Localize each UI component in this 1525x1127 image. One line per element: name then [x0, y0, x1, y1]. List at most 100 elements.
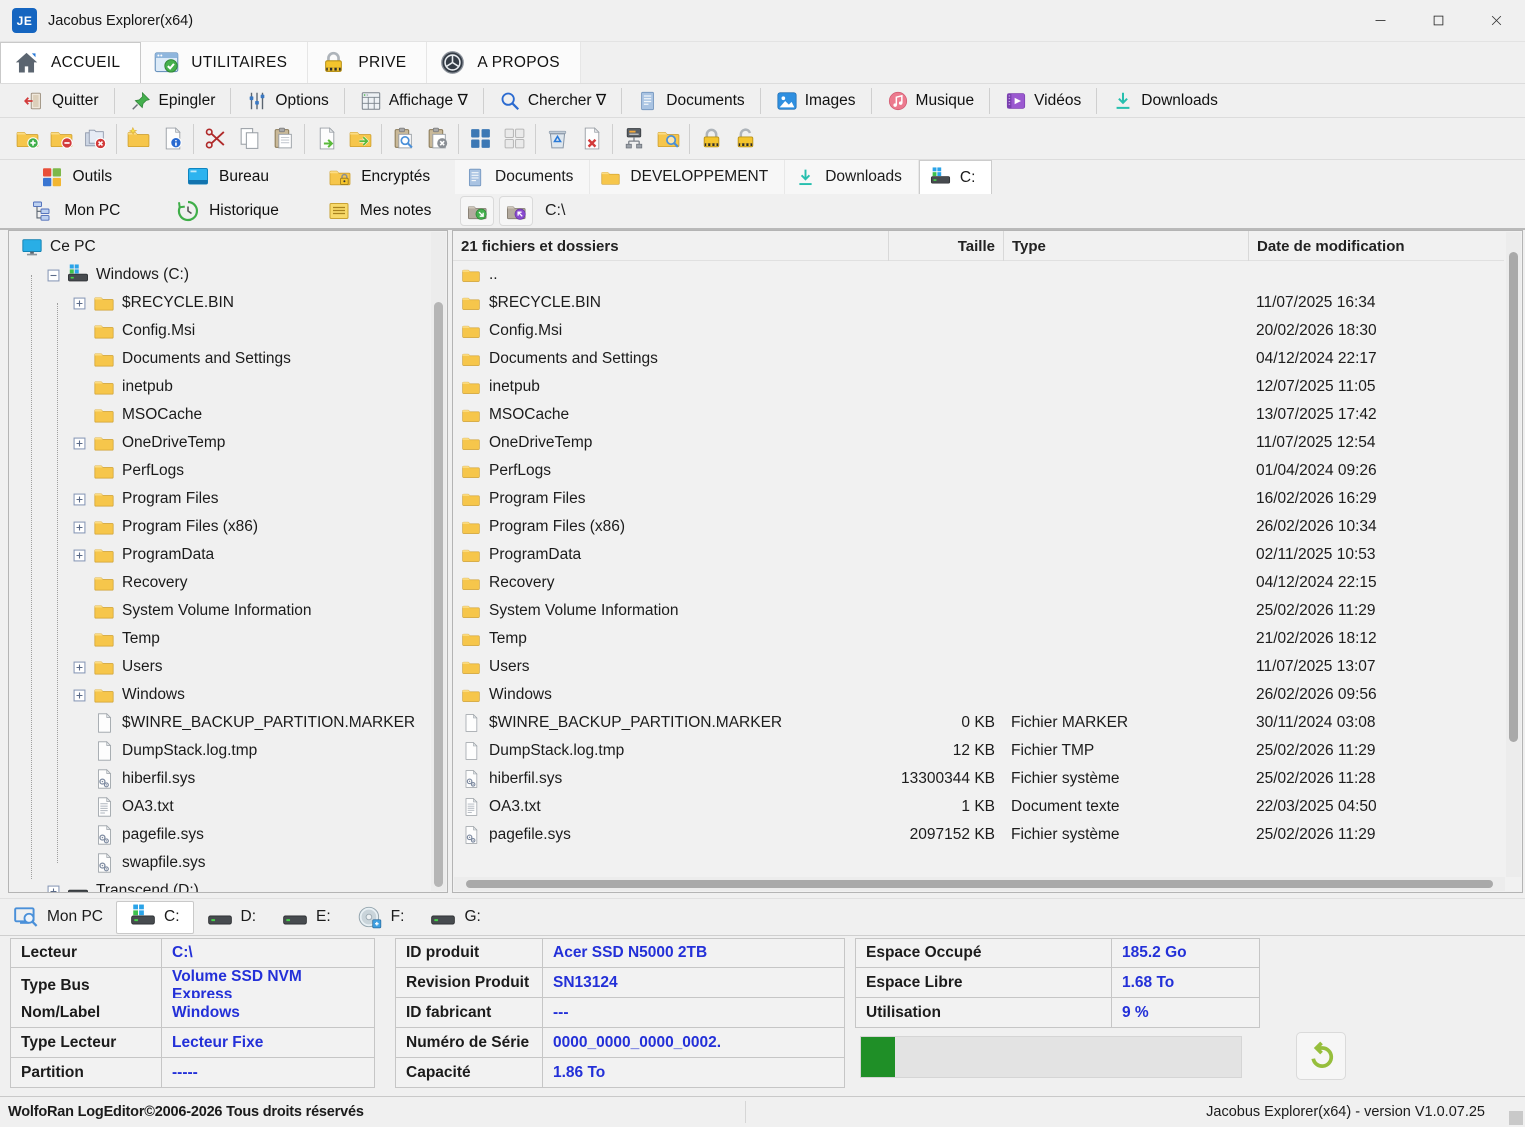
ribbon-tab-prive[interactable]: PRIVE — [308, 42, 427, 83]
view-tab-developpement[interactable]: DEVELOPPEMENT — [590, 160, 785, 194]
clipboard-x-button[interactable] — [420, 123, 454, 155]
file-row-perflogs[interactable]: PerfLogs01/04/2024 09:26 — [453, 457, 1504, 485]
server-tree-button[interactable] — [617, 123, 651, 155]
documents-button[interactable]: Documents — [624, 86, 757, 116]
view-tab-c[interactable]: C: — [919, 160, 993, 194]
paste-button[interactable] — [266, 123, 300, 155]
folder-arrow-button[interactable] — [343, 123, 377, 155]
tree-item-swapfile-sys[interactable]: swapfile.sys — [9, 849, 431, 877]
grid-gray-button[interactable] — [497, 123, 531, 155]
drive-button-d[interactable]: D: — [194, 901, 270, 934]
outils-button[interactable]: Outils — [0, 160, 152, 194]
file-row-users[interactable]: Users11/07/2025 13:07 — [453, 653, 1504, 681]
maximize-button[interactable] — [1409, 0, 1467, 41]
file-row-system-volume-information[interactable]: System Volume Information25/02/2026 11:2… — [453, 597, 1504, 625]
bureau-button[interactable]: Bureau — [152, 160, 304, 194]
file-row-program-files[interactable]: Program Files16/02/2026 16:29 — [453, 485, 1504, 513]
file-row-item[interactable]: .. — [453, 261, 1504, 289]
tree-item-ce-pc[interactable]: Ce PC — [9, 233, 431, 261]
drive-button-g[interactable]: G: — [417, 901, 493, 934]
downloads-button[interactable]: Downloads — [1099, 86, 1231, 116]
options-button[interactable]: Options — [233, 86, 341, 116]
tree-item-windows-c[interactable]: Windows (C:) — [9, 261, 431, 289]
column-header-name[interactable]: 21 fichiers et dossiers — [453, 231, 888, 261]
lock-closed-button[interactable] — [694, 123, 728, 155]
ribbon-tab-utilitaires[interactable]: UTILITAIRES — [141, 42, 308, 83]
tree-item-recovery[interactable]: Recovery — [9, 569, 431, 597]
resize-grip[interactable] — [1509, 1111, 1523, 1125]
tree-expander-plus[interactable] — [73, 549, 86, 562]
tree-expander-plus[interactable] — [73, 689, 86, 702]
tree-expander-minus[interactable] — [47, 269, 60, 282]
folder-plus-button[interactable] — [10, 123, 44, 155]
tree-item-system-volume-information[interactable]: System Volume Information — [9, 597, 431, 625]
file-row-inetpub[interactable]: inetpub12/07/2025 11:05 — [453, 373, 1504, 401]
tree-item-transcend-d[interactable]: Transcend (D:) — [9, 877, 431, 893]
file-row-hiberfil-sys[interactable]: hiberfil.sys13300344 KBFichier système25… — [453, 765, 1504, 793]
file-row-config-msi[interactable]: Config.Msi20/02/2026 18:30 — [453, 317, 1504, 345]
file-row-program-files-x86[interactable]: Program Files (x86)26/02/2026 10:34 — [453, 513, 1504, 541]
ribbon-tab-accueil[interactable]: ACCUEIL — [0, 42, 141, 83]
tree-item-inetpub[interactable]: inetpub — [9, 373, 431, 401]
file-row-onedrivetemp[interactable]: OneDriveTemp11/07/2025 12:54 — [453, 429, 1504, 457]
tree-scrollbar[interactable] — [431, 232, 446, 891]
tree-item-dumpstack-log-tmp[interactable]: DumpStack.log.tmp — [9, 737, 431, 765]
tree-item-hiberfil-sys[interactable]: hiberfil.sys — [9, 765, 431, 793]
drive-button-f[interactable]: F: — [344, 901, 418, 934]
file-row-msocache[interactable]: MSOCache13/07/2025 17:42 — [453, 401, 1504, 429]
tree-item-winre-backup-partition-marker[interactable]: $WINRE_BACKUP_PARTITION.MARKER — [9, 709, 431, 737]
tree-item-program-files-x86[interactable]: Program Files (x86) — [9, 513, 431, 541]
close-button[interactable] — [1467, 0, 1525, 41]
file-row-documents-and-settings[interactable]: Documents and Settings04/12/2024 22:17 — [453, 345, 1504, 373]
list-vertical-thumb[interactable] — [1509, 252, 1518, 742]
list-vertical-scrollbar[interactable] — [1506, 232, 1521, 877]
folder-minus-button[interactable] — [44, 123, 78, 155]
tree-item-msocache[interactable]: MSOCache — [9, 401, 431, 429]
tree-expander-plus[interactable] — [73, 297, 86, 310]
affichage-button[interactable]: Affichage ∇ — [347, 86, 481, 116]
folder-enter-button[interactable] — [460, 196, 494, 226]
folder-new-button[interactable] — [121, 123, 155, 155]
tree-item-pagefile-sys[interactable]: pagefile.sys — [9, 821, 431, 849]
grid-blue-button[interactable] — [463, 123, 497, 155]
file-row-dumpstack-log-tmp[interactable]: DumpStack.log.tmp12 KBFichier TMP25/02/2… — [453, 737, 1504, 765]
chercher-button[interactable]: Chercher ∇ — [486, 86, 619, 116]
mes-notes-button[interactable]: Mes notes — [303, 194, 455, 228]
historique-button[interactable]: Historique — [152, 194, 304, 228]
tree-item-programdata[interactable]: ProgramData — [9, 541, 431, 569]
column-header-type[interactable]: Type — [1003, 231, 1248, 261]
vid-os-button[interactable]: Vidéos — [992, 86, 1094, 116]
tree-item-documents-and-settings[interactable]: Documents and Settings — [9, 345, 431, 373]
refresh-button[interactable] — [1296, 1032, 1346, 1080]
scissors-button[interactable] — [198, 123, 232, 155]
view-tab-documents[interactable]: Documents — [455, 160, 590, 194]
file-row-programdata[interactable]: ProgramData02/11/2025 10:53 — [453, 541, 1504, 569]
tree-expander-plus[interactable] — [47, 885, 60, 894]
file-x-button[interactable] — [574, 123, 608, 155]
tree-scrollbar-thumb[interactable] — [434, 302, 443, 887]
musique-button[interactable]: Musique — [874, 86, 988, 116]
address-field[interactable]: C:\ — [545, 196, 1525, 226]
file-row-pagefile-sys[interactable]: pagefile.sys2097152 KBFichier système25/… — [453, 821, 1504, 849]
view-tab-downloads[interactable]: Downloads — [785, 160, 919, 194]
drive-button-e[interactable]: E: — [269, 901, 344, 934]
tree-expander-plus[interactable] — [73, 661, 86, 674]
tree-item-oa3-txt[interactable]: OA3.txt — [9, 793, 431, 821]
tree-expander-plus[interactable] — [73, 521, 86, 534]
tree-item-onedrivetemp[interactable]: OneDriveTemp — [9, 429, 431, 457]
file-arrow-button[interactable] — [309, 123, 343, 155]
list-horizontal-thumb[interactable] — [466, 880, 1493, 888]
images-button[interactable]: Images — [763, 86, 869, 116]
file-row-windows[interactable]: Windows26/02/2026 09:56 — [453, 681, 1504, 709]
file-row-winre-backup-partition-marker[interactable]: $WINRE_BACKUP_PARTITION.MARKER0 KBFichie… — [453, 709, 1504, 737]
list-horizontal-scrollbar[interactable] — [454, 877, 1505, 891]
lock-open-button[interactable] — [728, 123, 762, 155]
copy-button[interactable] — [232, 123, 266, 155]
tree-expander-plus[interactable] — [73, 437, 86, 450]
epingler-button[interactable]: Epingler — [117, 86, 229, 116]
tree-item-recycle-bin[interactable]: $RECYCLE.BIN — [9, 289, 431, 317]
file-row-temp[interactable]: Temp21/02/2026 18:12 — [453, 625, 1504, 653]
folders-x-button[interactable] — [78, 123, 112, 155]
tree-item-temp[interactable]: Temp — [9, 625, 431, 653]
drive-button-mon-pc[interactable]: Mon PC — [0, 901, 116, 934]
